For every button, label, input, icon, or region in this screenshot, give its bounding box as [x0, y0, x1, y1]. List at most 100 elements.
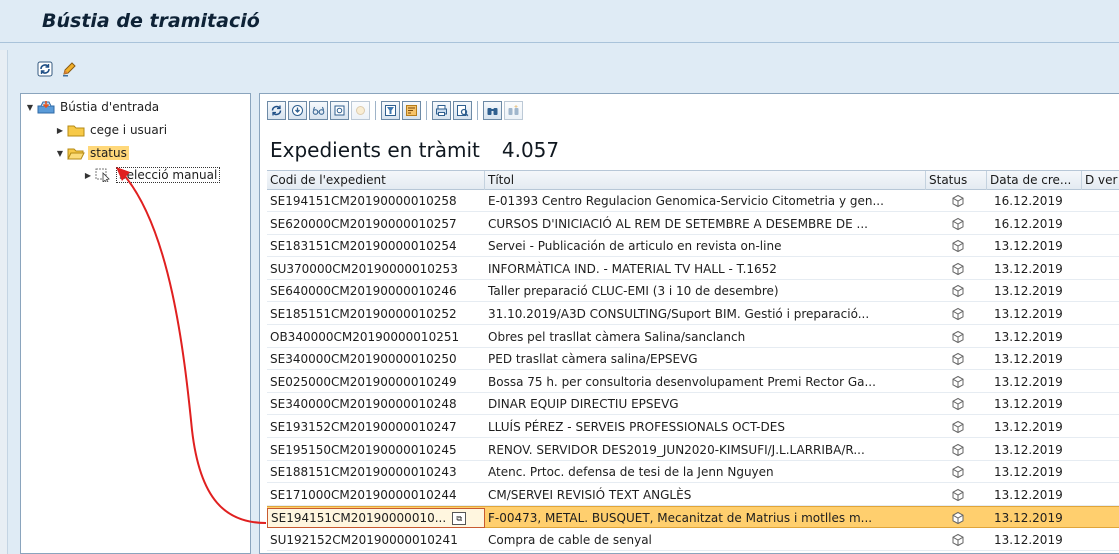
- table-row[interactable]: SU370000CM20190000010253 INFORMÀTICA IND.…: [267, 258, 1119, 280]
- find-icon[interactable]: [483, 101, 502, 120]
- cell-title[interactable]: CURSOS D'INICIACIÓ AL REM DE SETEMBRE A …: [485, 213, 926, 235]
- cell-date[interactable]: 13.12.2019: [991, 393, 1082, 415]
- cell-code[interactable]: SE640000CM20190000010246: [267, 280, 485, 302]
- cell-title[interactable]: CM/SERVEI REVISIÓ TEXT ANGLÈS: [485, 484, 926, 506]
- cell-code[interactable]: SU370000CM20190000010253: [267, 258, 485, 280]
- cell-date[interactable]: 13.12.2019: [991, 529, 1082, 551]
- cell-date[interactable]: 16.12.2019: [991, 213, 1082, 235]
- cell-code[interactable]: OB340000CM20190000010251: [267, 326, 485, 348]
- cell-code[interactable]: SE340000CM20190000010248: [267, 393, 485, 415]
- tree-node-seleccio-manual[interactable]: ▶ Selecció manual: [83, 166, 221, 184]
- tree-label: status: [88, 146, 129, 160]
- table-row[interactable]: SE194151CM20190000010258 E-01393 Centro R…: [267, 190, 1119, 212]
- column-header-date[interactable]: Data de cre...: [987, 171, 1082, 190]
- cell-title[interactable]: PED trasllat càmera salina/EPSEVG: [485, 348, 926, 370]
- cell-code[interactable]: SE171000CM20190000010244: [267, 484, 485, 506]
- cell-code[interactable]: SE025000CM20190000010249: [267, 371, 485, 393]
- cell-title[interactable]: RENOV. SERVIDOR DES2019_JUN2020-KIMSUFI/…: [485, 439, 926, 461]
- table-row[interactable]: SE193152CM20190000010247 LLUÍS PÉREZ - SE…: [267, 416, 1119, 438]
- cell-title[interactable]: Atenc. Prtoc. defensa de tesi de la Jenn…: [485, 461, 926, 483]
- collapse-triangle-icon[interactable]: ▶: [55, 126, 65, 135]
- cell-title[interactable]: Taller preparació CLUC-EMI (3 i 10 de de…: [485, 280, 926, 302]
- table-row[interactable]: SE183151CM20190000010254 Servei - Publica…: [267, 235, 1119, 258]
- table-row[interactable]: SE620000CM20190000010257 CURSOS D'INICIAC…: [267, 213, 1119, 235]
- cell-date[interactable]: 13.12.2019: [991, 507, 1082, 529]
- settings-icon[interactable]: [330, 101, 349, 120]
- print-icon[interactable]: [432, 101, 451, 120]
- cell-code[interactable]: SE194151CM20190000010258: [267, 190, 485, 212]
- column-header-status[interactable]: Status: [926, 171, 987, 190]
- cell-title[interactable]: F-00473, METAL. BUSQUET, Mecanitzat de M…: [485, 507, 926, 529]
- column-header-title[interactable]: Títol: [485, 171, 926, 190]
- table-row[interactable]: SE340000CM20190000010248 DINAR EQUIP DIRE…: [267, 393, 1119, 416]
- details-icon[interactable]: [288, 101, 307, 120]
- cell-code[interactable]: SE193152CM20190000010247: [267, 416, 485, 438]
- cell-code[interactable]: SE195150CM20190000010245: [267, 439, 485, 461]
- expand-triangle-icon[interactable]: ▼: [55, 149, 65, 158]
- cell-title[interactable]: Compra de cable de senyal: [485, 529, 926, 551]
- cell-code-text: SE640000CM20190000010246: [270, 284, 457, 299]
- expand-triangle-icon[interactable]: ▼: [25, 103, 35, 112]
- cell-date[interactable]: 13.12.2019: [991, 258, 1082, 280]
- table-row[interactable]: SE171000CM20190000010244 CM/SERVEI REVISI…: [267, 484, 1119, 506]
- sort-icon[interactable]: [402, 101, 421, 120]
- cell-code[interactable]: SE340000CM20190000010250: [267, 348, 485, 370]
- tree-label: Bústia d'entrada: [60, 100, 160, 114]
- preview-icon[interactable]: [453, 101, 472, 120]
- collapse-triangle-icon[interactable]: ▶: [83, 171, 93, 180]
- cell-code[interactable]: SE183151CM20190000010254: [267, 235, 485, 257]
- status-icon: [926, 326, 987, 348]
- open-popup-icon[interactable]: ⧉: [452, 512, 467, 526]
- tree-node-inbox[interactable]: ▼ Bústia d'entrada: [25, 98, 161, 116]
- table-row[interactable]: SU192152CM20190000010241 Compra de cable …: [267, 529, 1119, 551]
- table-row[interactable]: SE195150CM20190000010245 RENOV. SERVIDOR …: [267, 439, 1119, 461]
- table-row[interactable]: SE194151CM20190000010... ⧉ F-00473, METAL.…: [267, 506, 1119, 529]
- cell-date[interactable]: 13.12.2019: [991, 416, 1082, 438]
- cell-code-text: SU370000CM20190000010253: [270, 261, 458, 276]
- table-row[interactable]: SE340000CM20190000010250 PED trasllat càm…: [267, 348, 1119, 371]
- cell-date[interactable]: 13.12.2019: [991, 348, 1082, 370]
- column-header-version[interactable]: D ver: [1082, 171, 1119, 190]
- refresh-icon[interactable]: [267, 101, 286, 120]
- cell-code-text: SE171000CM20190000010244: [270, 487, 457, 502]
- cell-title[interactable]: Bossa 75 h. per consultoria desenvolupam…: [485, 371, 926, 393]
- cell-date[interactable]: 13.12.2019: [991, 303, 1082, 325]
- cell-title[interactable]: DINAR EQUIP DIRECTIU EPSEVG: [485, 393, 926, 415]
- cell-title[interactable]: Servei - Publicación de articulo en revi…: [485, 235, 926, 257]
- tree-node-status[interactable]: ▼ status: [55, 144, 129, 162]
- edit-pencil-icon[interactable]: [60, 60, 78, 78]
- table-row[interactable]: SE185151CM20190000010252 31.10.2019/A3D C…: [267, 303, 1119, 325]
- cell-date[interactable]: 13.12.2019: [991, 371, 1082, 393]
- table-row[interactable]: SE188151CM20190000010243 Atenc. Prtoc. de…: [267, 461, 1119, 484]
- refresh-icon[interactable]: [36, 60, 54, 78]
- glasses-icon[interactable]: [309, 101, 328, 120]
- cell-title[interactable]: LLUÍS PÉREZ - SERVEIS PROFESSIONALS OCT-…: [485, 416, 926, 438]
- cell-date[interactable]: 13.12.2019: [991, 461, 1082, 483]
- cell-date[interactable]: 13.12.2019: [991, 280, 1082, 302]
- status-icon: [926, 439, 987, 461]
- cell-date[interactable]: 13.12.2019: [991, 484, 1082, 506]
- cell-date[interactable]: 13.12.2019: [991, 439, 1082, 461]
- splitter[interactable]: [251, 93, 259, 554]
- tree-node-cege-usuari[interactable]: ▶ cege i usuari: [55, 121, 169, 139]
- cell-title[interactable]: E-01393 Centro Regulacion Genomica-Servi…: [485, 190, 926, 212]
- cell-code-text: SE340000CM20190000010248: [270, 397, 457, 412]
- alv-grid-container: Expedients en tràmit 4.057 Codi de l'expe…: [259, 93, 1119, 554]
- cell-code[interactable]: SU192152CM20190000010241: [267, 529, 485, 551]
- cell-code[interactable]: SE620000CM20190000010257: [267, 213, 485, 235]
- cell-title[interactable]: 31.10.2019/A3D CONSULTING/Suport BIM. Ge…: [485, 303, 926, 325]
- cell-date[interactable]: 16.12.2019: [991, 190, 1082, 212]
- table-row[interactable]: OB340000CM20190000010251 Obres pel trasll…: [267, 326, 1119, 348]
- table-row[interactable]: SE640000CM20190000010246 Taller preparaci…: [267, 280, 1119, 303]
- filter-icon[interactable]: [381, 101, 400, 120]
- cell-date[interactable]: 13.12.2019: [991, 326, 1082, 348]
- cell-date[interactable]: 13.12.2019: [991, 235, 1082, 257]
- cell-code[interactable]: SE188151CM20190000010243: [267, 461, 485, 483]
- cell-code[interactable]: SE194151CM20190000010... ⧉: [267, 508, 485, 529]
- table-row[interactable]: SE025000CM20190000010249 Bossa 75 h. per …: [267, 371, 1119, 393]
- cell-title[interactable]: INFORMÀTICA IND. - MATERIAL TV HALL - T.…: [485, 258, 926, 280]
- cell-code[interactable]: SE185151CM20190000010252: [267, 303, 485, 325]
- column-header-code[interactable]: Codi de l'expedient: [267, 171, 485, 190]
- cell-title[interactable]: Obres pel trasllat càmera Salina/sanclan…: [485, 326, 926, 348]
- cell-code-text: SU192152CM20190000010241: [270, 533, 458, 547]
